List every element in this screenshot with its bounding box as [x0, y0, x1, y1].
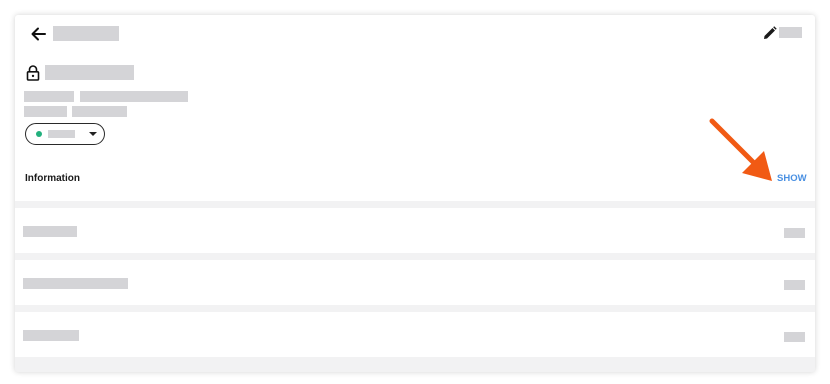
information-label: Information	[25, 173, 80, 184]
show-button[interactable]: SHOW	[777, 173, 807, 184]
meta-placeholder	[80, 91, 188, 102]
list-item-label-placeholder	[23, 330, 79, 341]
status-label-placeholder	[48, 130, 75, 138]
header-card: Information SHOW	[15, 15, 815, 201]
back-button[interactable]	[29, 24, 49, 44]
arrow-left-icon	[31, 27, 46, 41]
status-dropdown[interactable]	[25, 123, 105, 145]
record-title-placeholder	[45, 65, 134, 80]
meta-placeholder	[72, 106, 127, 117]
list-item[interactable]	[15, 208, 815, 253]
caret-down-icon	[89, 132, 97, 136]
meta-placeholder	[24, 106, 67, 117]
app-window: Information SHOW	[15, 15, 815, 372]
edit-label-placeholder	[779, 27, 802, 38]
list-item-label-placeholder	[23, 226, 77, 237]
lock-icon	[26, 65, 40, 81]
list-item[interactable]	[15, 260, 815, 305]
meta-placeholder	[24, 91, 74, 102]
list-item-value-placeholder	[784, 280, 805, 290]
list-item[interactable]	[15, 312, 815, 357]
pencil-icon	[764, 26, 777, 39]
edit-button[interactable]	[763, 26, 777, 40]
list-item-value-placeholder	[784, 332, 805, 342]
page-title-placeholder	[53, 26, 119, 41]
status-dot	[36, 131, 42, 137]
list-item-value-placeholder	[784, 228, 805, 238]
list-item-label-placeholder	[23, 278, 128, 289]
